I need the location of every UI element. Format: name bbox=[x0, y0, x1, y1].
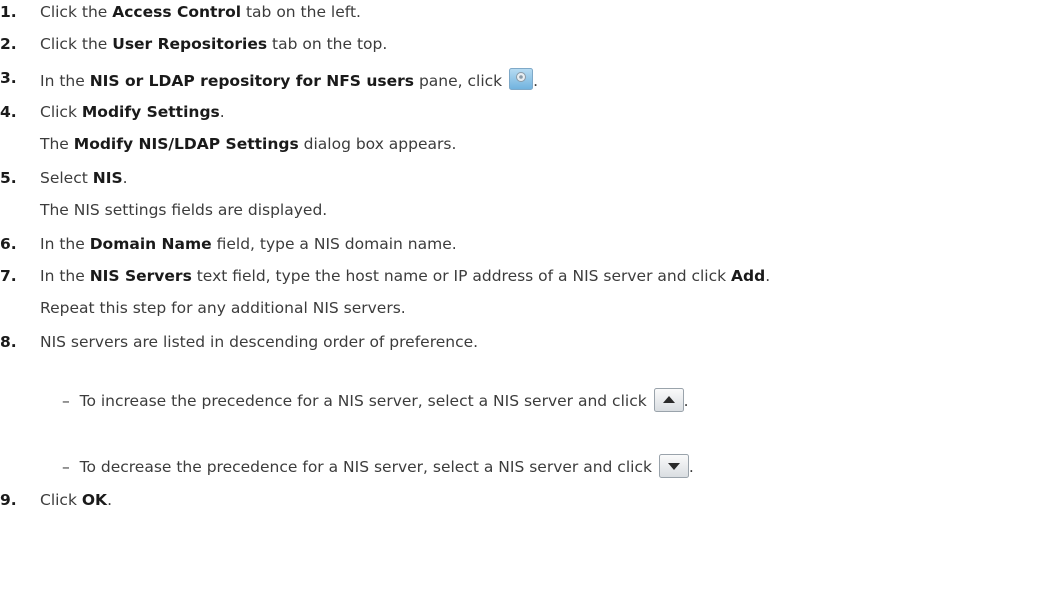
step-text-pre: Click the bbox=[40, 35, 113, 53]
step-bold-term: OK bbox=[81, 491, 108, 509]
bullet-text-after: . bbox=[688, 458, 694, 476]
step-text: In the NIS or LDAP repository for NFS us… bbox=[40, 68, 538, 91]
step-text-post: text field, type the host name or IP add… bbox=[191, 267, 732, 285]
bullet-text: To increase the precedence for a NIS ser… bbox=[79, 392, 652, 410]
step-text-pre: Click bbox=[40, 103, 82, 121]
step-number: 3. bbox=[0, 69, 17, 87]
step-text: In the Domain Name field, type a NIS dom… bbox=[40, 234, 457, 254]
result-text-post: dialog box appears. bbox=[298, 135, 457, 153]
step-text: Select NIS. bbox=[40, 168, 128, 188]
step-text-post: . bbox=[107, 491, 112, 509]
step-text-post: pane, click bbox=[414, 72, 508, 90]
step-text-after: . bbox=[533, 72, 538, 90]
result-text-pre: The bbox=[40, 135, 74, 153]
step-text-pre: In the bbox=[40, 267, 90, 285]
step-text-post: tab on the top. bbox=[267, 35, 388, 53]
step-text-pre: In the bbox=[40, 235, 90, 253]
step-text-post: . bbox=[765, 267, 771, 285]
step-8-bullet-decrease: – To decrease the precedence for a NIS s… bbox=[62, 454, 694, 478]
step-number: 9. bbox=[0, 491, 17, 509]
step-number: 2. bbox=[0, 35, 17, 53]
step-text: Click the Access Control tab on the left… bbox=[40, 2, 361, 22]
step-bold-term: NIS or LDAP repository for NFS users bbox=[89, 72, 415, 90]
step-bold-term: NIS Servers bbox=[89, 267, 192, 285]
bullet-text-after: . bbox=[683, 392, 689, 410]
step-8-bullet-increase: – To increase the precedence for a NIS s… bbox=[62, 388, 689, 412]
step-bold-term: Modify Settings bbox=[81, 103, 220, 121]
step-text-post: . bbox=[122, 169, 128, 187]
step-5-result: The NIS settings fields are displayed. bbox=[40, 201, 328, 219]
step-text: In the NIS Servers text field, type the … bbox=[40, 266, 770, 286]
step-bold-term: Add bbox=[731, 267, 766, 285]
step-text-pre: Select bbox=[40, 169, 93, 187]
step-4-result: The Modify NIS/LDAP Settings dialog box … bbox=[40, 134, 456, 154]
step-number: 8. bbox=[0, 333, 17, 351]
step-text-post: field, type a NIS domain name. bbox=[211, 235, 457, 253]
step-number: 4. bbox=[0, 103, 17, 121]
step-number: 6. bbox=[0, 235, 17, 253]
step-text-pre: In the bbox=[40, 72, 90, 90]
step-bold-term: Domain Name bbox=[89, 235, 212, 253]
step-text: Click the User Repositories tab on the t… bbox=[40, 34, 387, 54]
step-text: Click Modify Settings. bbox=[40, 102, 225, 122]
step-text-pre: Click bbox=[40, 491, 82, 509]
step-bold-term: User Repositories bbox=[112, 35, 268, 53]
bullet-dash: – bbox=[62, 392, 70, 410]
step-text-pre: Click the bbox=[40, 3, 113, 21]
bullet-dash: – bbox=[62, 458, 70, 476]
step-number: 5. bbox=[0, 169, 17, 187]
step-bold-term: Access Control bbox=[112, 3, 242, 21]
step-number: 7. bbox=[0, 267, 17, 285]
step-text-post: tab on the left. bbox=[241, 3, 361, 21]
step-text: Click OK. bbox=[40, 490, 112, 510]
step-7-note: Repeat this step for any additional NIS … bbox=[40, 299, 406, 317]
step-text: NIS servers are listed in descending ord… bbox=[40, 333, 479, 351]
gear-icon bbox=[509, 68, 534, 90]
result-bold-term: Modify NIS/LDAP Settings bbox=[73, 135, 299, 153]
arrow-up-icon bbox=[653, 388, 684, 412]
step-text-post: . bbox=[219, 103, 225, 121]
arrow-down-icon bbox=[658, 454, 689, 478]
step-number: 1. bbox=[0, 3, 17, 21]
bullet-text: To decrease the precedence for a NIS ser… bbox=[79, 458, 657, 476]
step-bold-term: NIS bbox=[92, 169, 123, 187]
